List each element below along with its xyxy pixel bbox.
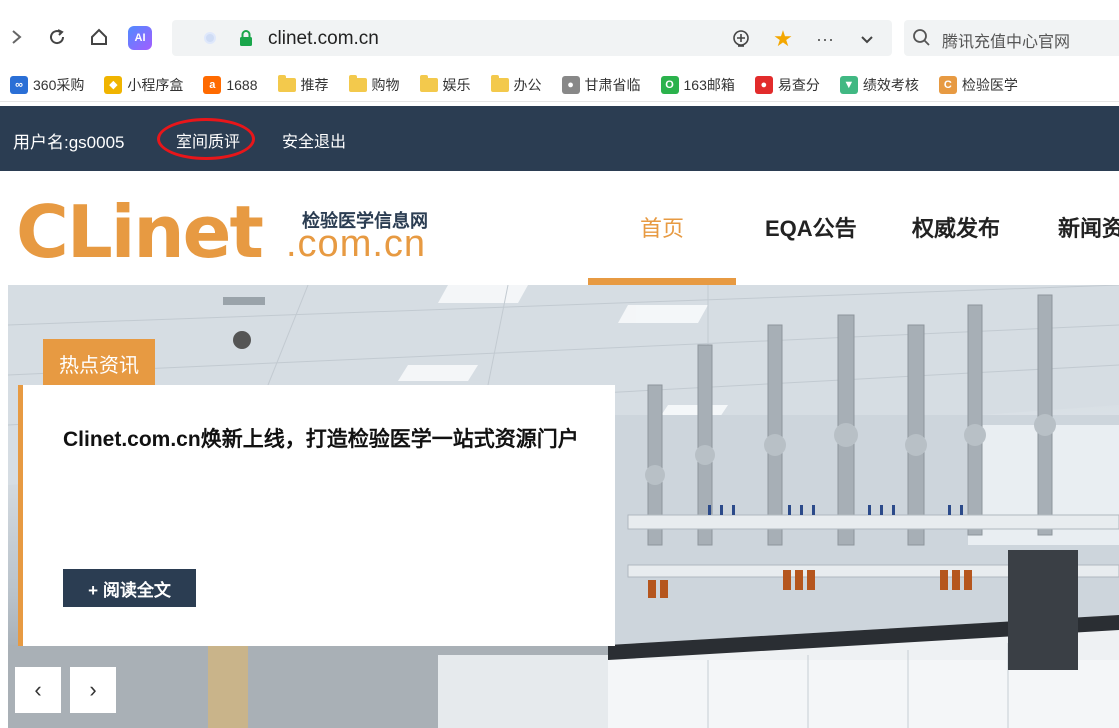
folder-icon: [490, 74, 509, 92]
star-icon: ★: [773, 26, 793, 51]
url-text[interactable]: clinet.com.cn: [268, 28, 379, 50]
bookmark-label: 购物: [371, 76, 400, 93]
hero-banner: 热点资讯 Clinet.com.cn焕新上线，打造检验医学一站式资源门户 + 阅…: [8, 285, 1119, 728]
more-options-button[interactable]: ···: [814, 28, 836, 50]
bookmark-label: 1688: [226, 76, 258, 93]
dropdown-button[interactable]: [856, 28, 878, 50]
search-input[interactable]: 腾讯充值中心官网: [904, 20, 1119, 56]
yichafen-icon: ●: [754, 75, 773, 94]
search-icon: [913, 29, 930, 46]
site-header: CLinet 检验医学信息网 .com.cn 首页 EQA公告 权威发布 新闻资: [0, 171, 1119, 285]
hero-news-title[interactable]: Clinet.com.cn焕新上线，打造检验医学一站式资源门户: [63, 425, 583, 454]
site-indicator-icon: [204, 32, 216, 44]
ai-assistant-button[interactable]: AI: [128, 26, 152, 50]
bookmark-label: 办公: [513, 76, 542, 93]
carousel-next-button[interactable]: ›: [70, 667, 116, 713]
bookmark-label: 小程序盒: [127, 76, 184, 93]
home-icon: [91, 28, 107, 45]
read-more-button[interactable]: + 阅读全文: [63, 569, 196, 607]
clinet-icon: C: [938, 75, 957, 94]
bookmark-label: 绩效考核: [862, 76, 919, 93]
browser-toolbar: AI clinet.com.cn ★ ··· 腾讯充值中心官网: [0, 0, 1119, 68]
carousel-prev-button[interactable]: ‹: [15, 667, 61, 713]
folder-icon: [348, 74, 367, 92]
hero-news-card: Clinet.com.cn焕新上线，打造检验医学一站式资源门户 + 阅读全文: [18, 385, 615, 646]
nav-home[interactable]: 首页: [640, 211, 684, 243]
folder-icon: [419, 74, 438, 92]
extension-button[interactable]: [730, 28, 752, 50]
forward-button[interactable]: [2, 22, 32, 52]
163-mail-icon: O: [660, 75, 679, 94]
miniprogram-icon: ◆: [104, 75, 123, 94]
bookmark-item[interactable]: 办公: [490, 74, 542, 95]
360-icon: ∞: [10, 75, 28, 94]
bookmark-item[interactable]: ● 甘肃省临: [561, 75, 641, 95]
site-user-bar: 用户名:gs0005 室间质评 安全退出: [0, 106, 1119, 171]
target-plus-icon: [733, 30, 749, 47]
lock-icon[interactable]: [238, 29, 254, 47]
chevron-right-icon: ›: [89, 677, 97, 702]
bookmark-item[interactable]: 购物: [348, 74, 400, 95]
logout-link[interactable]: 安全退出: [282, 128, 346, 152]
bookmark-item[interactable]: 娱乐: [419, 74, 471, 95]
bookmark-item[interactable]: ∞ 360采购: [10, 75, 84, 95]
logo-domain: .com.cn: [286, 223, 427, 265]
folder-icon: [277, 74, 296, 92]
logo-main-text: CLinet: [16, 190, 264, 274]
nav-eqa-notice[interactable]: EQA公告: [765, 211, 857, 243]
bookmarks-bar: ∞ 360采购 ◆ 小程序盒 a 1688 推荐 购物 娱乐 办公 ● 甘肃省临 O 163邮箱 ● 易查分 ▼…: [0, 68, 1119, 102]
reload-button[interactable]: [42, 22, 72, 52]
globe-icon: ●: [561, 75, 580, 94]
bookmark-label: 娱乐: [442, 76, 471, 93]
bookmark-label: 甘肃省临: [584, 76, 641, 93]
bookmark-item[interactable]: O 163邮箱: [660, 75, 735, 95]
bookmark-star-button[interactable]: ★: [772, 26, 794, 51]
bookmark-item[interactable]: ▼ 绩效考核: [839, 75, 919, 95]
bookmark-label: 检验医学: [961, 76, 1018, 93]
bookmark-label: 360采购: [33, 76, 85, 93]
address-bar[interactable]: clinet.com.cn ★ ···: [172, 20, 892, 56]
bookmark-item[interactable]: C 检验医学: [938, 75, 1018, 95]
home-button[interactable]: [84, 22, 114, 52]
reload-icon: [50, 29, 65, 45]
bookmark-item[interactable]: a 1688: [203, 75, 258, 94]
chevron-left-icon: ‹: [34, 677, 42, 702]
bookmark-item[interactable]: 推荐: [277, 74, 329, 95]
search-placeholder: 腾讯充值中心官网: [942, 34, 1071, 51]
nav-authoritative-release[interactable]: 权威发布: [912, 211, 1000, 243]
bookmark-item[interactable]: ◆ 小程序盒: [104, 75, 183, 95]
nav-news[interactable]: 新闻资: [1058, 211, 1119, 243]
username-label: 用户名:gs0005: [13, 133, 125, 152]
bookmark-label: 易查分: [777, 76, 820, 93]
bookmark-label: 推荐: [300, 76, 329, 93]
ellipsis-icon: ···: [816, 28, 834, 49]
nav-active-indicator: [588, 278, 736, 285]
forward-arrow-icon: [12, 30, 22, 44]
bookmark-item[interactable]: ● 易查分: [754, 75, 820, 95]
hot-news-tag: 热点资讯: [43, 339, 155, 387]
chevron-down-icon: [861, 36, 873, 44]
highlight-circle-annotation: [157, 118, 255, 160]
bookmark-label: 163邮箱: [683, 76, 735, 93]
vue-icon: ▼: [839, 75, 858, 94]
alibaba-1688-icon: a: [203, 75, 222, 94]
